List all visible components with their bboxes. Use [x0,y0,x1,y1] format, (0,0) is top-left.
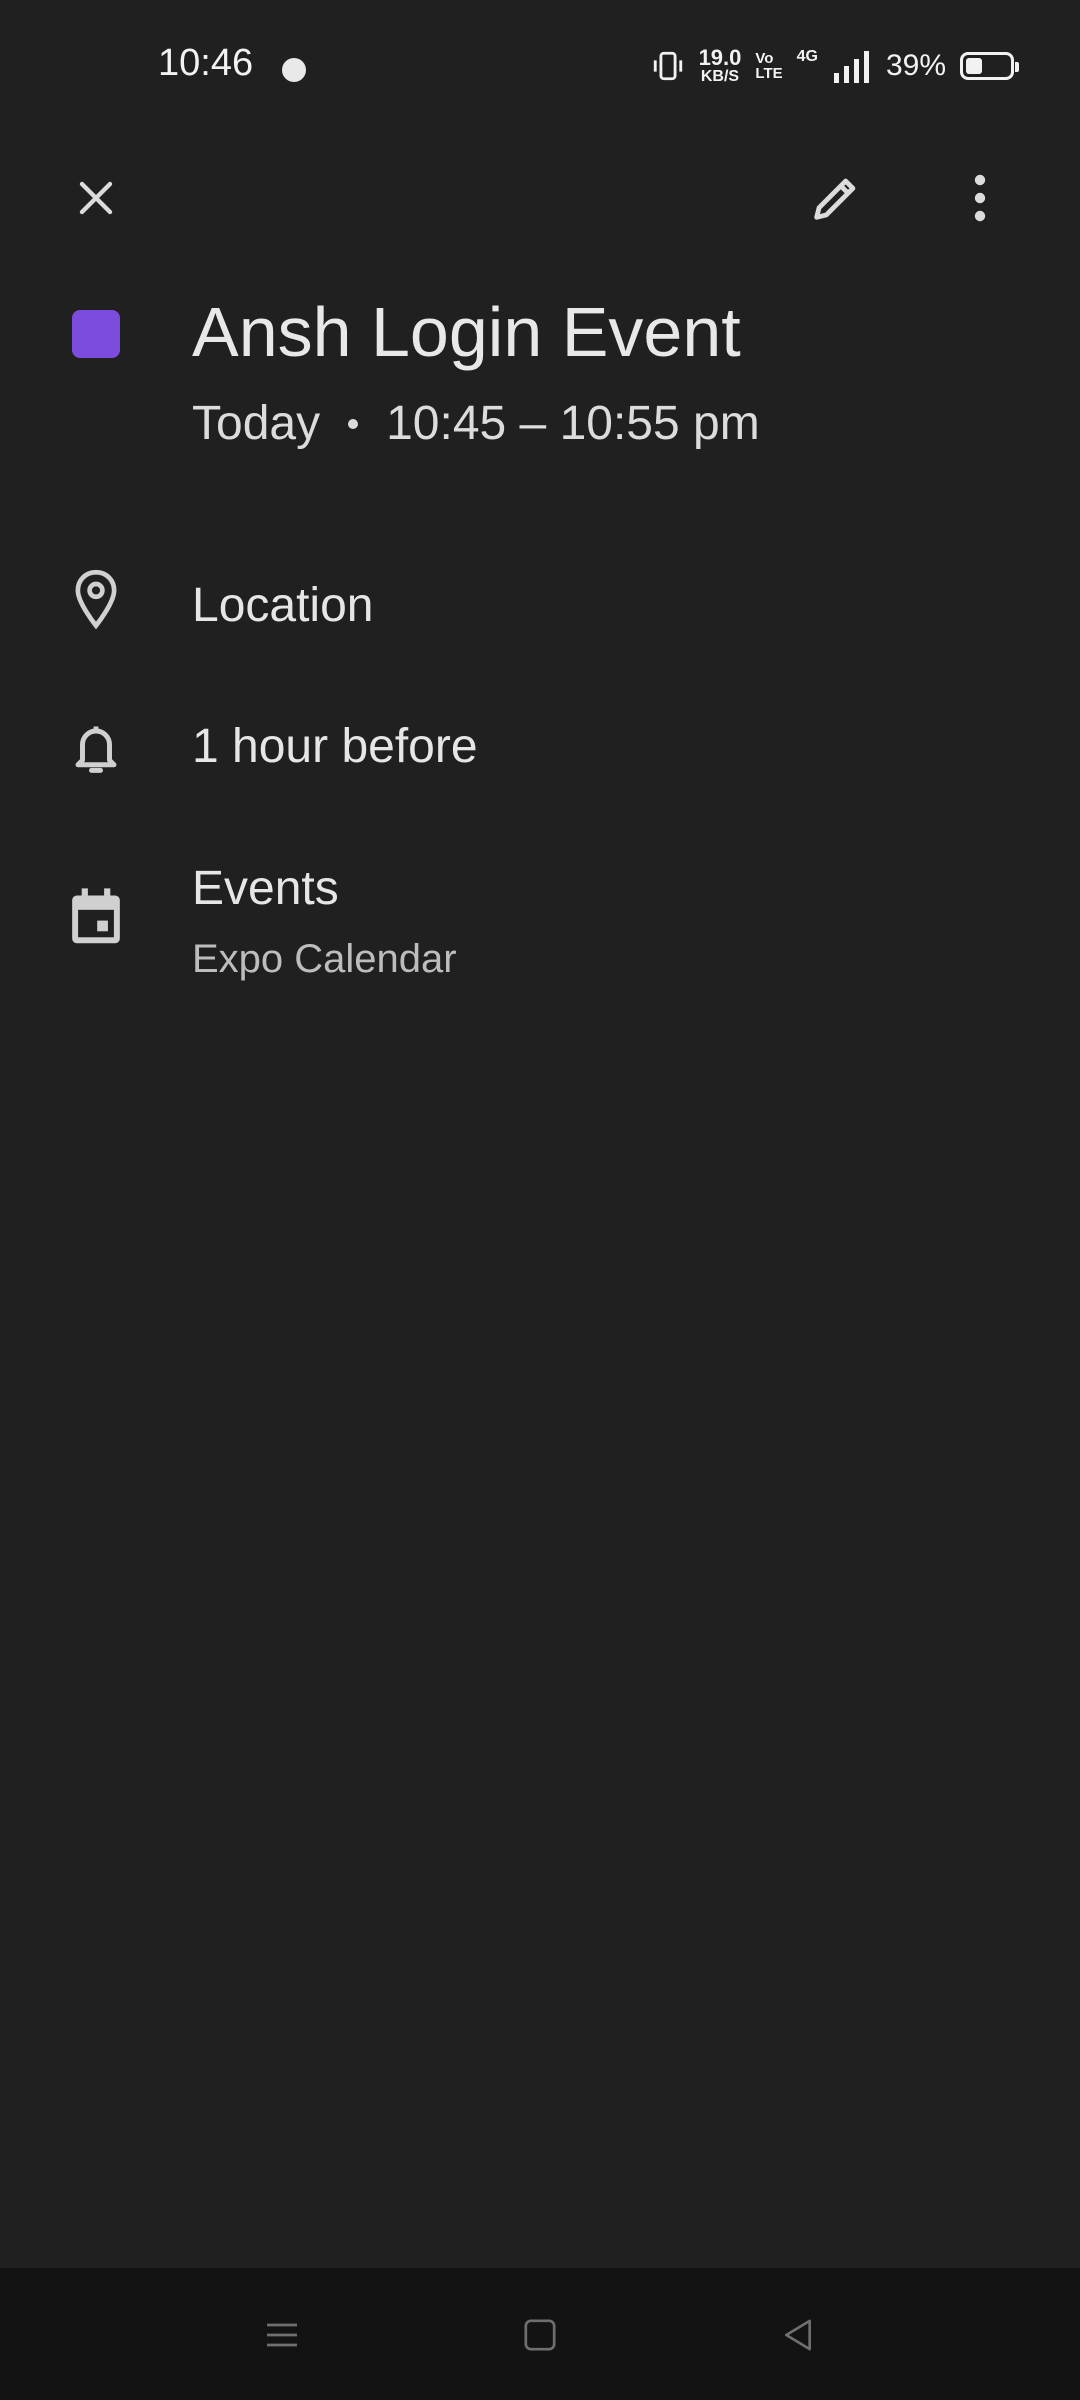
network-type: 4G [796,48,818,65]
system-nav-bar [0,2268,1080,2400]
more-options-button[interactable] [932,150,1028,246]
location-row[interactable]: Location [0,560,1080,660]
pencil-icon [814,178,856,220]
bell-icon [75,726,117,773]
home-button[interactable] [490,2290,590,2380]
battery-percent: 39% [885,49,946,82]
close-icon [79,181,113,215]
battery-icon [960,52,1019,80]
notification-app-icon [282,58,306,82]
volte-top: Vo [755,50,774,67]
calendar-icon [72,888,120,944]
event-title: Ansh Login Event [192,293,741,371]
recent-apps-button[interactable] [232,2290,332,2380]
reminder-label: 1 hour before [192,720,478,773]
network-speed-value: 19.0 [698,45,742,70]
event-time-range: 10:45 – 10:55 pm [386,397,760,450]
calendar-name: Events [192,862,339,915]
separator-dot [348,418,359,429]
back-button[interactable] [748,2290,848,2380]
location-icon-wrap [64,568,128,632]
signal-icon [833,51,869,83]
network-speed-unit: KB/S [700,68,740,85]
network-speed: 19.0 KB/S [699,47,742,85]
reminder-icon-wrap [64,717,128,781]
calendar-row[interactable]: Events Expo Calendar [0,855,1080,1005]
close-button[interactable] [48,150,144,246]
location-pin-icon [75,569,117,630]
volte-bottom: LTE [755,65,783,82]
event-toolbar [0,150,1080,250]
status-bar: 10:46 19.0 KB/S Vo LTE 4G 39% [0,0,1080,140]
menu-icon [267,2323,297,2347]
event-day: Today [192,397,321,450]
calendar-icon-wrap [64,885,128,949]
volte-indicator: Vo LTE [755,51,782,81]
more-vert-icon [974,174,986,222]
battery-fill [966,58,983,74]
calendar-account: Expo Calendar [192,937,457,981]
location-label: Location [192,579,374,632]
back-triangle-icon [785,2319,811,2351]
home-square-icon [524,2319,556,2351]
status-time: 10:46 [158,42,254,84]
vibrate-icon [653,51,682,81]
edit-event-button[interactable] [788,150,884,246]
reminder-row[interactable]: 1 hour before [0,705,1080,805]
event-datetime: Today 10:45 – 10:55 pm [192,396,760,451]
event-color-chip [72,310,120,358]
status-icons: 19.0 KB/S Vo LTE 4G 39% [651,44,1019,88]
